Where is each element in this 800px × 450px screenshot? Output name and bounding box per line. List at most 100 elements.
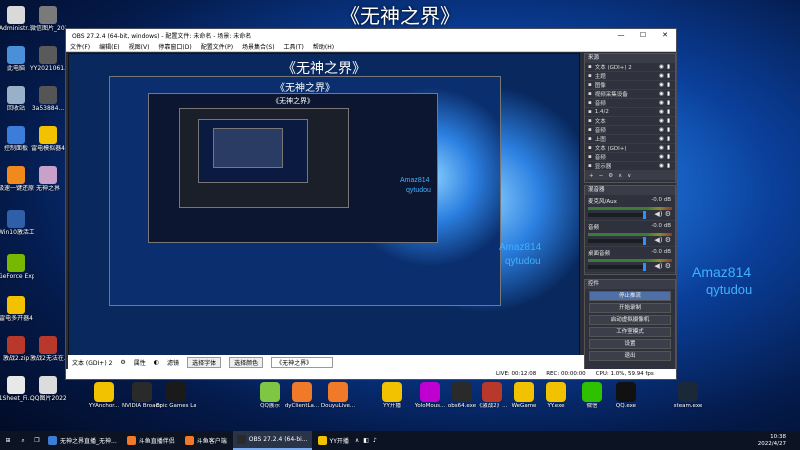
desktop-shortcut[interactable]: 此电脑 [0, 46, 34, 72]
add-source-button[interactable]: + [589, 173, 594, 179]
source-item[interactable]: ▪ 视频采集设备 ◉ ▮ [585, 90, 675, 99]
desktop-shortcut[interactable]: 微信图片_2022045... [30, 6, 66, 32]
eye-icon[interactable]: ◉ [658, 91, 665, 97]
move-source-down-button[interactable]: ∨ [627, 173, 631, 179]
remove-source-button[interactable]: − [599, 173, 604, 179]
taskbar-item[interactable]: 斗鱼客户端 [181, 431, 231, 450]
lock-icon[interactable]: ▮ [665, 100, 672, 106]
desktop-shortcut[interactable]: GeForce Experience [0, 254, 34, 280]
gear-icon[interactable]: ⚙ [665, 262, 671, 270]
source-item[interactable]: ▪ 音频 ◉ ▮ [585, 153, 675, 162]
desktop-shortcut[interactable]: Win10激活工具 [0, 210, 34, 236]
obs-preview-canvas[interactable]: 《无神之界》 《无神之界》 《无神之界》 Amaz814 qytudou Ama… [68, 53, 580, 373]
lock-icon[interactable]: ▮ [665, 82, 672, 88]
desktop-shortcut[interactable]: 无神之界 [30, 166, 66, 192]
source-item[interactable]: ▪ 1.4/2 ◉ ▮ [585, 108, 675, 117]
task-view-icon[interactable]: ❐ [30, 431, 44, 450]
desktop-shortcut[interactable]: 雷电多开器4 [0, 296, 34, 322]
desktop-shortcut[interactable]: Administr... [0, 6, 34, 32]
taskbar-item[interactable]: OBS 27.2.4 (64-bi... [232, 431, 312, 450]
source-item[interactable]: ▪ 文本 (GDI+) ◉ ▮ [585, 144, 675, 153]
control-button[interactable]: 设置 [589, 339, 671, 349]
taskbar-item[interactable]: YY开播 [314, 431, 353, 450]
menu-profile[interactable]: 配置文件(P) [201, 42, 233, 51]
desktop-shortcut[interactable]: YY开播 [372, 382, 412, 410]
source-item[interactable]: ▪ 上图 ◉ ▮ [585, 135, 675, 144]
desktop-shortcut[interactable]: steam.exe [668, 382, 708, 410]
control-button[interactable]: 退出 [589, 351, 671, 361]
menu-tools[interactable]: 工具(T) [284, 42, 304, 51]
taskbar-item[interactable]: 斗鱼直播伴侣 [123, 431, 179, 450]
menu-file[interactable]: 文件(F) [70, 42, 90, 51]
volume-slider-knob[interactable] [643, 211, 647, 219]
speaker-icon[interactable]: ◀) [654, 236, 662, 244]
eye-icon[interactable]: ◉ [658, 154, 665, 160]
desktop-shortcut[interactable]: YY.exe [536, 382, 576, 410]
eye-icon[interactable]: ◉ [658, 127, 665, 133]
eye-icon[interactable]: ◉ [658, 73, 665, 79]
lock-icon[interactable]: ▮ [665, 64, 672, 70]
eye-icon[interactable]: ◉ [658, 82, 665, 88]
minimize-button[interactable]: — [610, 31, 632, 39]
desktop-shortcut[interactable]: 1Sheet_Fi... [0, 376, 34, 402]
desktop-shortcut[interactable]: DouyuLive... [318, 382, 358, 410]
lock-icon[interactable]: ▮ [665, 163, 672, 169]
desktop-shortcut[interactable]: 激战2.zip [0, 336, 34, 362]
move-source-up-button[interactable]: ∧ [618, 173, 622, 179]
eye-icon[interactable]: ◉ [658, 64, 665, 70]
menu-help[interactable]: 帮助(H) [313, 42, 334, 51]
eye-icon[interactable]: ◉ [658, 136, 665, 142]
volume-icon[interactable]: ♪ [373, 437, 377, 444]
filter-icon[interactable]: ◐ [154, 359, 159, 366]
desktop-shortcut[interactable]: 激战2无法在... [30, 336, 66, 362]
select-font-button[interactable]: 选择字体 [187, 356, 222, 368]
source-item[interactable]: ▪ 图像 ◉ ▮ [585, 81, 675, 90]
source-item[interactable]: ▪ 文本 ◉ ▮ [585, 117, 675, 126]
volume-slider[interactable] [588, 263, 647, 271]
volume-slider[interactable] [588, 211, 647, 219]
volume-slider-knob[interactable] [643, 237, 647, 245]
filters-button[interactable]: 滤镜 [167, 358, 179, 367]
eye-icon[interactable]: ◉ [658, 100, 665, 106]
source-item[interactable]: ▪ 显示器 ◉ ▮ [585, 162, 675, 171]
desktop-shortcut[interactable]: Epic Games Launcher [156, 382, 196, 410]
eye-icon[interactable]: ◉ [658, 163, 665, 169]
windows-start-icon[interactable]: ⊞ [0, 431, 16, 450]
menu-view[interactable]: 视图(V) [129, 42, 150, 51]
chevron-up-icon[interactable]: ∧ [355, 437, 359, 444]
lock-icon[interactable]: ▮ [665, 91, 672, 97]
control-button[interactable]: 开始录制 [589, 303, 671, 313]
lock-icon[interactable]: ▮ [665, 127, 672, 133]
desktop-shortcut[interactable]: YY2021061... [30, 46, 66, 72]
lock-icon[interactable]: ▮ [665, 136, 672, 142]
desktop-shortcut[interactable]: 雷电模拟器4 [30, 126, 66, 152]
search-icon[interactable]: ⌕ [16, 431, 30, 450]
source-item[interactable]: ▪ 文本 (GDI+) 2 ◉ ▮ [585, 63, 675, 72]
desktop-shortcut[interactable]: dyClientLa... [282, 382, 322, 410]
desktop-shortcut[interactable]: YYAnchor... [84, 382, 124, 410]
gear-icon[interactable]: ⚙ [120, 359, 125, 366]
desktop-shortcut[interactable]: QQ.exe [606, 382, 646, 410]
obs-titlebar[interactable]: OBS 27.2.4 (64-bit, windows) - 配置文件: 未命名… [66, 29, 676, 41]
desktop-shortcut[interactable]: 3a5388​4... [30, 86, 66, 112]
volume-slider[interactable] [588, 237, 647, 245]
close-button[interactable]: ✕ [654, 31, 676, 39]
lock-icon[interactable]: ▮ [665, 118, 672, 124]
taskbar-item[interactable]: 无神之界直播_无神... [44, 431, 121, 450]
gear-icon[interactable]: ⚙ [665, 236, 671, 244]
desktop-shortcut[interactable]: 控制面板 [0, 126, 34, 152]
lock-icon[interactable]: ▮ [665, 145, 672, 151]
gear-icon[interactable]: ⚙ [665, 210, 671, 218]
eye-icon[interactable]: ◉ [658, 109, 665, 115]
maximize-button[interactable]: ☐ [632, 31, 654, 39]
source-properties-button[interactable]: ⚙ [608, 173, 613, 179]
source-item[interactable]: ▪ 音频 ◉ ▮ [585, 126, 675, 135]
lock-icon[interactable]: ▮ [665, 109, 672, 115]
menu-docks[interactable]: 停靠窗口(D) [158, 42, 191, 51]
lock-icon[interactable]: ▮ [665, 154, 672, 160]
text-content-field[interactable]: 《无神之界》 [271, 356, 334, 368]
desktop-shortcut[interactable]: 回收站 [0, 86, 34, 112]
desktop-shortcut[interactable]: 极速一键还原 [0, 166, 34, 192]
taskbar-clock[interactable]: 10:38 2022/4/27 [758, 434, 800, 448]
eye-icon[interactable]: ◉ [658, 118, 665, 124]
